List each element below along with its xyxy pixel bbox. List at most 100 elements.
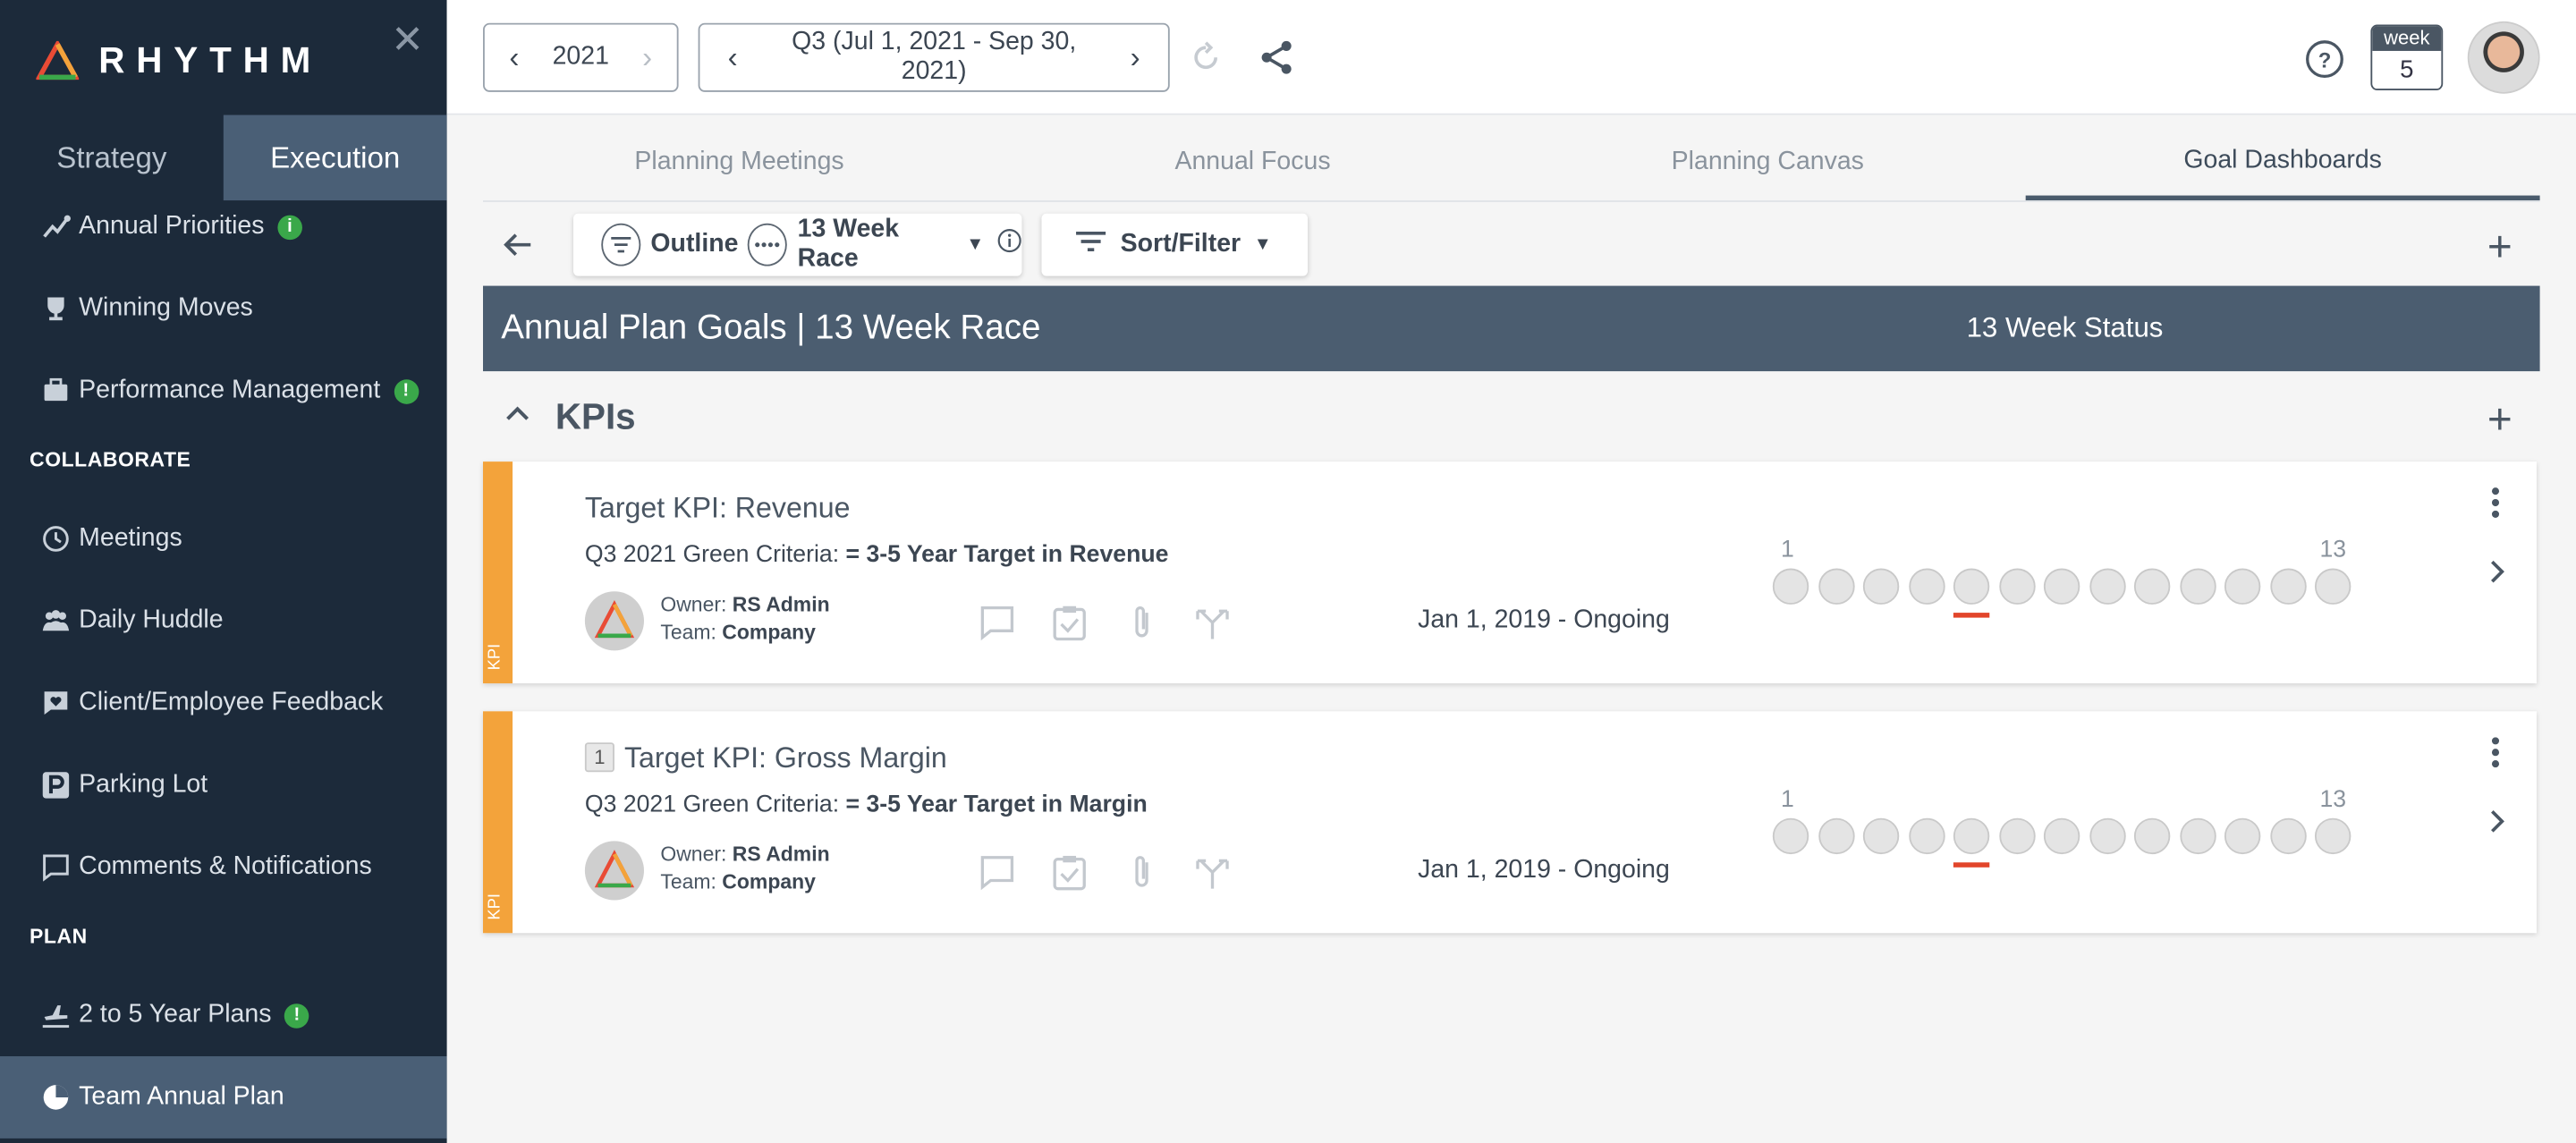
alignment-icon[interactable] — [1192, 603, 1232, 642]
sidebar-item-2-to-5-year-plans[interactable]: 2 to 5 Year Plans ! — [0, 976, 447, 1054]
criteria-value: = 3-5 Year Target in Revenue — [845, 542, 1169, 569]
chevron-left-icon[interactable]: ‹ — [485, 40, 544, 75]
kpi-card[interactable]: KPI Target KPI: Revenue Q3 2021 Green Cr… — [483, 461, 2537, 684]
week-dot[interactable] — [1953, 568, 1990, 605]
header-title: Annual Plan Goals | 13 Week Race — [501, 309, 1041, 347]
week-dot[interactable] — [1818, 817, 1854, 855]
refresh-icon[interactable] — [1188, 39, 1224, 84]
chevron-right-icon[interactable]: › — [618, 40, 677, 75]
alignment-icon[interactable] — [1192, 852, 1232, 892]
comment-icon[interactable] — [978, 603, 1017, 642]
outline-label[interactable]: Outline — [650, 230, 738, 259]
chevron-right-icon[interactable] — [2487, 557, 2507, 595]
tab-planning-canvas[interactable]: Planning Canvas — [1510, 125, 2026, 200]
app-logo: RHYTHM — [36, 39, 322, 82]
week-dot[interactable] — [1772, 568, 1809, 605]
week-dot[interactable] — [1998, 817, 2035, 855]
attachment-icon[interactable] — [1122, 852, 1161, 892]
task-check-icon[interactable] — [1050, 603, 1089, 642]
chevron-right-icon[interactable]: › — [1102, 40, 1167, 75]
sidebar-item-annual-priorities[interactable]: Annual Priorities i — [0, 187, 447, 266]
help-icon[interactable]: ? — [2305, 39, 2344, 87]
week-dot[interactable] — [2314, 568, 2351, 605]
week-dot[interactable] — [2133, 817, 2171, 855]
more-vertical-icon[interactable] — [2490, 487, 2500, 528]
kpi-dates: Jan 1, 2019 - Ongoing — [1418, 605, 1670, 634]
chevron-left-icon[interactable]: ‹ — [699, 40, 765, 75]
task-check-icon[interactable] — [1050, 852, 1089, 892]
sidebar-item-client-employee-feedback[interactable]: Client/Employee Feedback — [0, 664, 447, 742]
week-dot[interactable] — [1908, 568, 1945, 605]
week-dot[interactable] — [2224, 568, 2261, 605]
add-icon[interactable]: + — [2487, 225, 2512, 268]
green-criteria: Q3 2021 Green Criteria: = 3-5 Year Targe… — [585, 792, 1148, 817]
race-label[interactable]: 13 Week Race — [798, 216, 953, 275]
kpi-title-text: Target KPI: Gross Margin — [623, 741, 947, 775]
briefcase-icon — [39, 375, 72, 408]
criteria-label: Q3 2021 Green Criteria: — [584, 542, 840, 569]
owner-label: Owner: — [660, 842, 727, 866]
week-dot[interactable] — [2269, 817, 2306, 855]
kpi-title[interactable]: Target KPI: Revenue — [585, 491, 851, 526]
alert-badge: ! — [284, 1003, 309, 1028]
sidebar-item-performance-management[interactable]: Performance Management ! — [0, 351, 447, 430]
week-dot[interactable] — [1862, 817, 1900, 855]
sidebar-item-comments-notifications[interactable]: Comments & Notifications — [0, 828, 447, 907]
kpi-title[interactable]: 1 Target KPI: Gross Margin — [584, 741, 947, 775]
back-arrow-icon[interactable] — [499, 226, 535, 271]
week-dot[interactable] — [1908, 817, 1945, 855]
week-dot[interactable] — [2089, 568, 2125, 605]
week-dot[interactable] — [2224, 817, 2261, 855]
week-dot[interactable] — [1818, 568, 1854, 605]
chevron-up-icon[interactable] — [503, 401, 532, 432]
sidebar-item-label: Performance Management — [79, 376, 381, 404]
week-number: 5 — [2400, 55, 2414, 84]
week-status-dots — [1772, 817, 2351, 855]
kpi-card[interactable]: KPI 1 Target KPI: Gross Margin Q3 2021 Gr… — [483, 711, 2537, 934]
sidebar-item-winning-moves[interactable]: Winning Moves — [0, 269, 447, 348]
more-vertical-icon[interactable] — [2490, 736, 2500, 777]
caret-down-icon[interactable]: ▼ — [966, 235, 984, 255]
week-dot[interactable] — [2269, 568, 2306, 605]
week-dot[interactable] — [2043, 817, 2080, 855]
add-kpi-icon[interactable]: + — [2487, 397, 2512, 440]
comment-icon[interactable] — [978, 852, 1017, 892]
week-dot[interactable] — [1953, 817, 1990, 855]
comment-icon — [39, 851, 72, 884]
week-dot[interactable] — [2133, 568, 2171, 605]
outline-icon[interactable] — [601, 223, 641, 267]
week-dot[interactable] — [1772, 817, 1809, 855]
sidebar-item-parking-lot[interactable]: Parking Lot — [0, 746, 447, 825]
week-dot[interactable] — [2179, 568, 2216, 605]
tab-divider — [483, 200, 2540, 202]
week-dot[interactable] — [1998, 568, 2035, 605]
section-plan: PLAN — [30, 925, 88, 948]
tab-annual-focus[interactable]: Annual Focus — [996, 125, 1510, 200]
info-icon[interactable] — [997, 228, 1022, 261]
sidebar-item-label: Parking Lot — [79, 770, 208, 799]
week-dot[interactable] — [2179, 817, 2216, 855]
race-icon[interactable] — [748, 223, 788, 267]
sidebar-item-team-annual-plan[interactable]: Team Annual Plan — [0, 1056, 447, 1139]
chevron-right-icon[interactable] — [2487, 807, 2507, 844]
section-collaborate: COLLABORATE — [30, 448, 191, 472]
info-badge: i — [277, 214, 302, 240]
close-icon[interactable]: ✕ — [391, 16, 424, 64]
share-icon[interactable] — [1258, 39, 1294, 84]
sidebar-item-label: Daily Huddle — [79, 605, 224, 634]
week-dot[interactable] — [2089, 817, 2125, 855]
year-picker: ‹ 2021 › — [483, 22, 679, 92]
clock-icon — [39, 522, 72, 555]
week-dot[interactable] — [1862, 568, 1900, 605]
quarter-value: Q3 (Jul 1, 2021 - Sep 30, 2021) — [792, 28, 1077, 86]
week-dot[interactable] — [2314, 817, 2351, 855]
week-dot[interactable] — [2043, 568, 2080, 605]
goals-header: Annual Plan Goals | 13 Week Race 13 Week… — [483, 285, 2540, 372]
sidebar-item-daily-huddle[interactable]: Daily Huddle — [0, 581, 447, 660]
attachment-icon[interactable] — [1122, 603, 1161, 642]
sort-filter-button[interactable]: Sort/Filter ▼ — [1041, 213, 1309, 276]
avatar[interactable] — [2467, 21, 2540, 94]
tab-planning-meetings[interactable]: Planning Meetings — [483, 125, 996, 200]
sidebar-item-meetings[interactable]: Meetings — [0, 499, 447, 578]
tab-goal-dashboards[interactable]: Goal Dashboards — [2025, 125, 2540, 201]
